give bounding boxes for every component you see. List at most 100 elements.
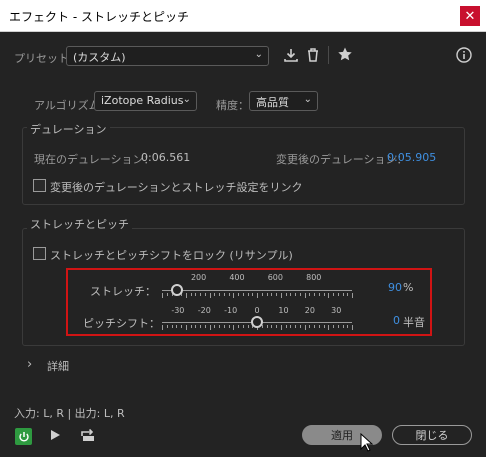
stretch-slider[interactable]: 200 400 600 800 [162,272,353,302]
minor-tick [352,293,353,298]
loop-icon[interactable] [80,427,96,447]
minor-tick [299,325,301,328]
minor-tick [276,325,277,328]
minor-tick [347,293,349,296]
minor-tick [318,293,320,296]
precision-value: 高品質 [256,96,289,109]
minor-tick [195,293,197,296]
minor-tick [280,293,282,298]
minor-tick [318,325,320,328]
details-chevron-icon[interactable]: › [27,357,32,372]
minor-tick [219,293,220,296]
tick-label: 10 [278,306,289,315]
power-icon[interactable] [15,428,32,445]
minor-tick [247,325,249,328]
link-duration-checkbox[interactable] [33,179,46,192]
minor-tick [323,325,325,328]
minor-tick [347,325,349,328]
minor-tick [233,325,235,330]
info-icon[interactable] [456,47,472,67]
tick-label: 20 [304,306,315,315]
trash-icon[interactable] [305,47,321,67]
chevron-down-icon: ⌄ [303,94,312,105]
minor-tick [314,325,315,328]
minor-tick [176,325,178,328]
minor-tick [190,293,192,296]
close-button[interactable]: 閉じる [392,425,472,445]
close-icon[interactable]: ✕ [460,6,480,26]
pitch-slider[interactable]: -30 -20 -10 0 10 20 30 [162,305,353,335]
minor-tick [238,293,239,296]
minor-tick [181,325,182,328]
pitch-label: ピッチシフト： [83,317,160,330]
minor-tick [266,325,268,328]
details-label[interactable]: 詳細 [47,358,69,374]
pitch-value[interactable]: 0 [393,314,400,327]
minor-tick [242,325,244,328]
minor-tick [233,293,235,298]
minor-tick [204,293,206,296]
minor-tick [323,293,325,296]
minor-tick [271,293,273,296]
minor-tick [200,293,201,296]
minor-tick [337,293,339,296]
minor-tick [166,325,168,328]
download-icon[interactable] [283,47,299,67]
minor-tick [271,325,273,328]
minor-tick [304,325,306,330]
minor-tick [238,325,239,328]
link-duration-label: 変更後のデュレーションとストレッチ設定をリンク [50,181,303,194]
current-duration-value: 0:06.561 [141,151,191,164]
minor-tick [228,325,230,328]
algorithm-value: iZotope Radius [101,94,184,107]
pitch-unit: 半音 [403,316,425,329]
tick-label: -10 [224,306,238,315]
lock-checkbox[interactable] [33,247,46,260]
minor-tick [295,325,296,328]
play-icon[interactable] [49,429,61,445]
minor-tick [242,293,244,296]
minor-tick [333,325,334,328]
minor-tick [352,325,353,330]
tick-label: 800 [306,273,322,282]
minor-tick [223,293,225,296]
minor-tick [166,293,168,296]
minor-tick [314,293,315,296]
minor-tick [185,325,187,330]
stretch-pitch-group-title: ストレッチとピッチ [27,216,132,232]
minor-tick [285,293,287,296]
minor-tick [219,325,220,328]
minor-tick [333,293,334,296]
stretch-value[interactable]: 90 [388,281,402,294]
minor-tick [342,325,344,328]
precision-select[interactable]: 高品質 ⌄ [249,91,318,111]
minor-tick [209,325,211,330]
minor-tick [304,293,306,298]
algorithm-select[interactable]: iZotope Radius ⌄ [94,91,197,111]
chevron-down-icon: ⌄ [254,49,263,60]
title-bar: エフェクト - ストレッチとピッチ ✕ [0,0,486,32]
minor-tick [162,325,163,330]
minor-tick [276,293,277,296]
minor-tick [204,325,206,328]
divider [328,46,329,64]
current-duration-label: 現在のデュレーション： [34,153,155,166]
minor-tick [337,325,339,328]
tick-label: 0 [254,306,260,315]
minor-tick [299,293,301,296]
minor-tick [342,293,344,296]
new-duration-value[interactable]: 0:05.905 [387,151,436,164]
minor-tick [309,293,311,296]
minor-tick [290,293,292,296]
minor-tick [252,293,254,296]
minor-tick [266,293,268,296]
minor-tick [171,325,173,328]
star-icon[interactable] [337,46,353,66]
slider-knob[interactable] [251,316,263,328]
preset-select[interactable]: (カスタム) ⌄ [66,46,269,66]
minor-tick [214,293,216,296]
tick-label: -30 [171,306,185,315]
minor-tick [257,293,258,298]
minor-tick [280,325,282,330]
minor-tick [195,325,197,328]
